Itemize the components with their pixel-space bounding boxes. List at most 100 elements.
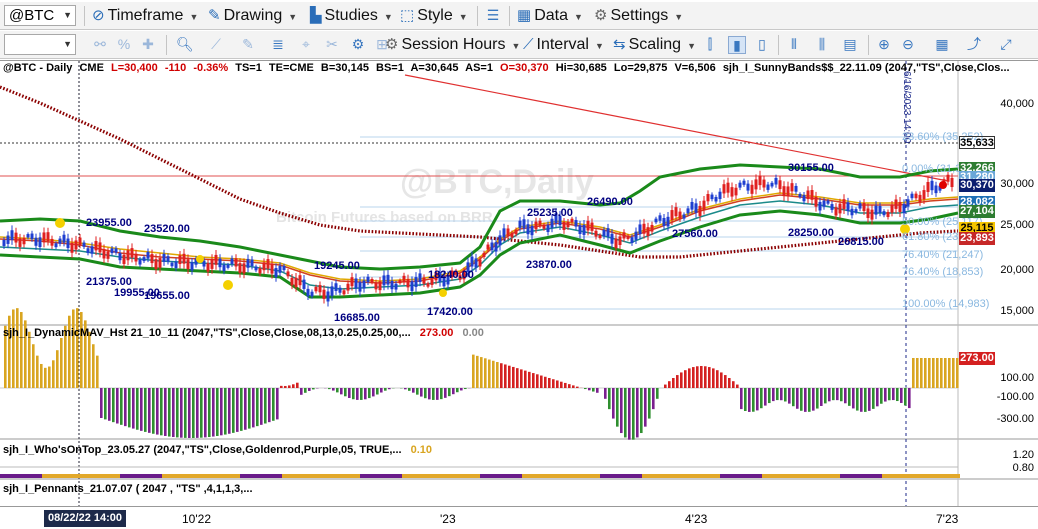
histogram-bar xyxy=(192,388,195,438)
drawing-menu[interactable]: ✎ Drawing ▼ xyxy=(208,5,297,27)
histogram-bar xyxy=(340,388,343,395)
status-low: Lo=29,875 xyxy=(613,62,668,74)
pennant-segment xyxy=(792,474,798,478)
pennant-segment xyxy=(180,474,186,478)
candle-body xyxy=(642,223,646,234)
layout-icon[interactable]: ☰ xyxy=(485,7,501,23)
pennant-segment xyxy=(420,474,426,478)
candle-body xyxy=(778,180,782,190)
components-icon[interactable]: ⚙ xyxy=(350,36,366,52)
candle-body xyxy=(178,255,182,265)
timeframe-icon: ⊘ xyxy=(92,7,105,24)
histogram-bar xyxy=(828,388,831,402)
symbol-combo[interactable]: @BTC ▼ xyxy=(4,5,76,26)
trend-up-icon[interactable]: ⤴ xyxy=(966,36,982,52)
timeframe-menu[interactable]: ⊘ Timeframe ▼ xyxy=(92,5,198,27)
candle-body xyxy=(250,259,254,267)
candle-body xyxy=(766,184,770,190)
candle-body xyxy=(390,280,394,290)
percent-icon[interactable]: % xyxy=(116,36,132,52)
toolbar-divider xyxy=(509,6,510,26)
status-change-pct: -0.36% xyxy=(193,62,229,74)
candle-body xyxy=(190,262,194,271)
candle-body xyxy=(742,180,746,185)
price-label: 28250.00 xyxy=(788,227,834,239)
status-bid: B=30,145 xyxy=(320,62,369,74)
histogram-bar xyxy=(32,344,35,388)
interval-menu[interactable]: ⟋ Interval ▼ xyxy=(523,34,604,56)
database-icon[interactable]: ≣ xyxy=(270,36,286,52)
link-icon[interactable]: ⚯ xyxy=(92,36,108,52)
candlestick-icon[interactable]: ▮ xyxy=(728,36,746,54)
pennant-segment xyxy=(306,474,312,478)
histogram-bar xyxy=(332,388,335,391)
candle-body xyxy=(946,174,950,182)
price-label: 23520.00 xyxy=(144,223,190,235)
hl-bars-icon[interactable]: ⫼ xyxy=(814,36,830,52)
hollow-candle-icon[interactable]: ▯ xyxy=(754,36,770,52)
time-axis[interactable]: 08/22/22 14:00 10'22 '23 4'23 7'23 xyxy=(0,506,1038,529)
calendar-icon[interactable]: ▦ xyxy=(934,36,950,52)
histogram-bar xyxy=(812,388,815,411)
bar-chart-icon[interactable]: ⫿ xyxy=(702,36,718,52)
whosontop-axis-tick: 1.20 xyxy=(1012,449,1034,461)
workspace-combo[interactable]: ▼ xyxy=(4,34,76,55)
candle-body xyxy=(342,290,346,295)
chevron-down-icon: ▼ xyxy=(63,10,72,20)
pennant-segment xyxy=(612,474,618,478)
crosshair-icon[interactable]: ✚ xyxy=(140,36,156,52)
histogram-bar xyxy=(644,388,647,427)
pennant-segment xyxy=(600,474,606,478)
ohlc-icon[interactable]: ⦀ xyxy=(786,36,802,52)
histogram-bar xyxy=(884,388,887,402)
candle-body xyxy=(602,229,606,237)
time-axis-tick: 10'22 xyxy=(182,512,211,526)
pennant-segment xyxy=(264,474,270,478)
zoom-in-icon[interactable]: ⊕ xyxy=(876,36,892,52)
zoom-search-icon[interactable]: 🔍︎ xyxy=(176,36,194,52)
histogram-bar xyxy=(60,338,63,388)
histogram-bar xyxy=(284,385,287,388)
pennant-segment xyxy=(864,474,870,478)
candle-body xyxy=(618,236,622,246)
studies-menu[interactable]: ▙ Studies ▼ xyxy=(310,5,393,27)
candle-body xyxy=(734,187,738,196)
pennant-segment xyxy=(396,474,402,478)
pennant-segment xyxy=(930,474,936,478)
candle-body xyxy=(386,274,390,285)
trend-chart-icon[interactable]: ⤢ xyxy=(998,36,1014,52)
candle-body xyxy=(646,227,650,236)
pennant-segment xyxy=(114,474,120,478)
candle-body xyxy=(910,193,914,199)
chart-window[interactable]: @BTC,Daily Bitcoin Futures based on BRR … xyxy=(0,60,1038,507)
pennant-segment xyxy=(336,474,342,478)
style-menu[interactable]: ⬚ Style ▼ xyxy=(400,5,468,27)
pencil-line-icon[interactable]: ⟋ xyxy=(208,36,224,52)
histogram-bar xyxy=(588,388,591,391)
candle-body xyxy=(238,263,242,273)
zoom-out-icon[interactable]: ⊖ xyxy=(900,36,916,52)
histogram-bar xyxy=(240,388,243,431)
status-high: Hi=30,685 xyxy=(555,62,607,74)
brush-icon[interactable]: ✎ xyxy=(240,36,256,52)
cut-icon[interactable]: ✂ xyxy=(324,36,340,52)
candle-body xyxy=(270,263,274,274)
pennant-segment xyxy=(690,474,696,478)
pennant-segment xyxy=(144,474,150,478)
expand-icon[interactable]: ▤ xyxy=(842,36,858,52)
candle-body xyxy=(694,203,698,213)
histogram-bar xyxy=(680,372,683,388)
data-menu[interactable]: ▦ Data ▼ xyxy=(517,5,583,27)
histogram-bar xyxy=(936,358,939,388)
histogram-bar xyxy=(180,388,183,438)
settings-menu[interactable]: ⚙ Settings ▼ xyxy=(594,5,683,27)
scaling-menu[interactable]: ⇆ Scaling ▼ xyxy=(613,34,696,56)
candle-body xyxy=(6,235,10,244)
chart-cursor-icon[interactable]: ⌖ xyxy=(298,36,314,52)
session-hours-menu[interactable]: ⚙ Session Hours ▼ xyxy=(385,34,520,56)
pennant-segment xyxy=(540,474,546,478)
pennant-segment xyxy=(30,474,36,478)
chevron-down-icon: ▼ xyxy=(63,39,72,49)
price-chart-svg: @BTC,Daily Bitcoin Futures based on BRR … xyxy=(0,61,1038,507)
histogram-bar xyxy=(104,388,107,420)
